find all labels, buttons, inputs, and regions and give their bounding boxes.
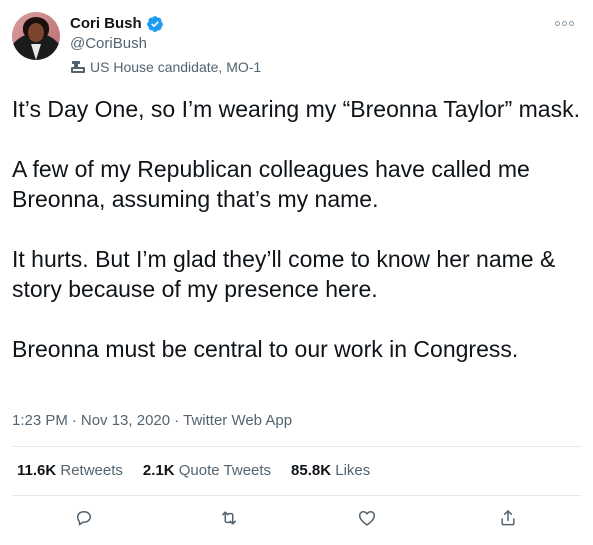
author-label-text: US House candidate, MO-1 (90, 59, 262, 75)
quote-tweets-stat[interactable]: 2.1K Quote Tweets (143, 461, 271, 481)
author-label: US House candidate, MO-1 (70, 58, 261, 76)
reply-icon[interactable] (73, 507, 95, 529)
divider-top (12, 446, 581, 447)
avatar[interactable] (12, 12, 60, 60)
quote-tweets-label: Quote Tweets (178, 462, 272, 479)
divider-bottom (12, 495, 581, 496)
retweets-count: 11.6K (17, 462, 57, 479)
retweet-icon[interactable] (218, 507, 240, 529)
likes-label: Likes (335, 462, 371, 479)
tweet-header: Cori Bush @CoriBush US House candidate, … (12, 12, 581, 76)
tweet-time[interactable]: 1:23 PM (12, 411, 68, 431)
share-icon[interactable] (497, 507, 519, 529)
tweet-paragraph: A few of my Republican colleagues have c… (12, 156, 530, 212)
meta-separator: · (174, 412, 180, 429)
tweet-meta: 1:23 PM · Nov 13, 2020 · Twitter Web App (12, 411, 292, 431)
heart-icon[interactable] (356, 507, 378, 529)
avatar-face (28, 23, 44, 42)
more-options-icon[interactable] (553, 16, 575, 30)
author-handle[interactable]: @CoriBush (70, 34, 147, 54)
retweets-stat[interactable]: 11.6K Retweets (17, 461, 123, 481)
tweet-date[interactable]: Nov 13, 2020 (81, 411, 170, 431)
tweet-text: It’s Day One, so I’m wearing my “Breonna… (12, 94, 582, 364)
tweet-actions (0, 507, 593, 537)
likes-stat[interactable]: 85.8K Likes (291, 461, 370, 481)
avatar-collar (31, 44, 41, 60)
tweet-card: Cori Bush @CoriBush US House candidate, … (0, 0, 593, 545)
government-building-icon (70, 59, 86, 75)
quote-tweets-count: 2.1K (142, 462, 175, 479)
author-name-row: Cori Bush (70, 14, 164, 34)
tweet-stats: 11.6K Retweets 2.1K Quote Tweets 85.8K L… (17, 461, 370, 481)
tweet-paragraph: It’s Day One, so I’m wearing my “Breonna… (12, 96, 580, 122)
tweet-paragraph: Breonna must be central to our work in C… (12, 336, 519, 362)
meta-separator: · (71, 412, 77, 429)
likes-count: 85.8K (291, 462, 332, 479)
retweets-label: Retweets (60, 462, 123, 479)
author-name[interactable]: Cori Bush (70, 14, 142, 34)
verified-badge-icon (146, 15, 164, 33)
tweet-paragraph: It hurts. But I’m glad they’ll come to k… (12, 246, 556, 302)
tweet-source[interactable]: Twitter Web App (183, 411, 292, 431)
